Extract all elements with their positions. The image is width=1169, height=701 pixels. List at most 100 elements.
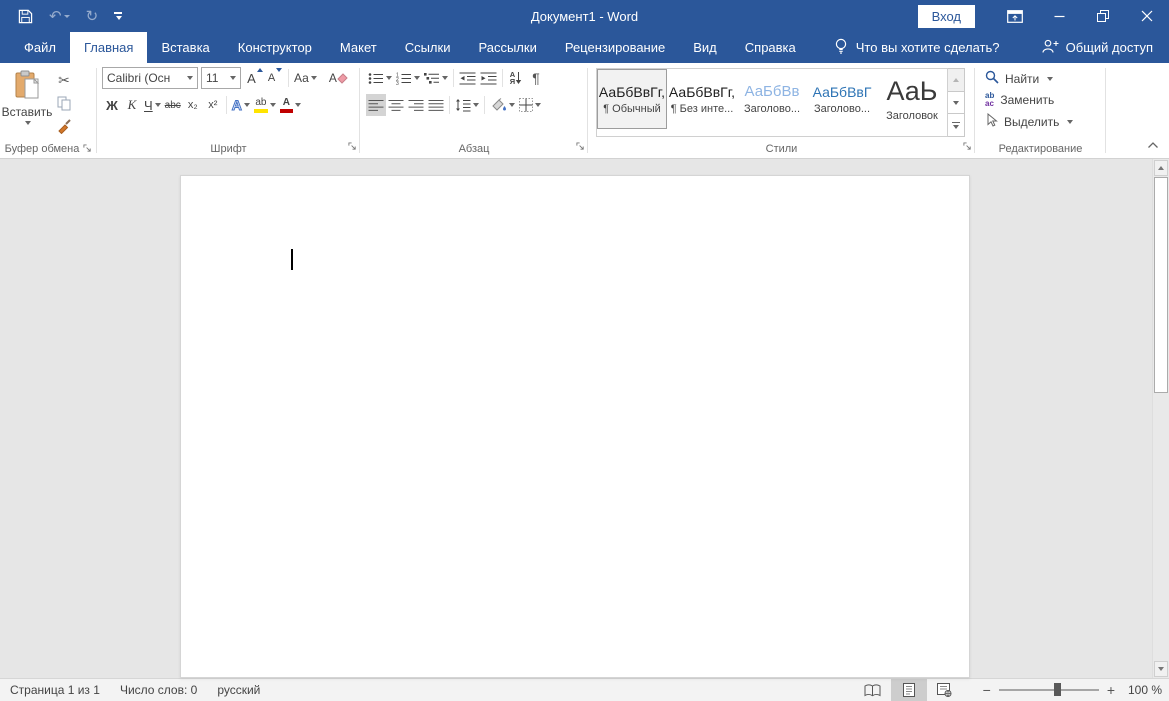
clear-formatting-button[interactable]: А bbox=[327, 67, 350, 89]
web-layout-button[interactable] bbox=[927, 679, 963, 701]
font-group-label: Шрифт bbox=[97, 139, 360, 158]
show-formatting-marks-button[interactable]: ¶ bbox=[526, 67, 546, 89]
text-cursor bbox=[291, 249, 293, 270]
paste-button[interactable]: Вставить bbox=[0, 65, 54, 139]
save-icon[interactable] bbox=[18, 9, 33, 24]
underline-button[interactable]: Ч bbox=[142, 94, 163, 116]
document-area bbox=[0, 159, 1169, 678]
scroll-up-icon[interactable] bbox=[1154, 160, 1168, 176]
zoom-slider[interactable] bbox=[999, 689, 1099, 691]
select-button[interactable]: Выделить bbox=[985, 113, 1106, 130]
justify-button[interactable] bbox=[426, 94, 446, 116]
zoom-control: − + bbox=[977, 683, 1121, 697]
styles-gallery: АаБбВвГг, ¶ Обычный АаБбВвГг, ¶ Без инте… bbox=[596, 68, 948, 137]
page-count-status[interactable]: Страница 1 из 1 bbox=[0, 683, 110, 697]
styles-dialog-launcher-icon[interactable] bbox=[963, 142, 972, 151]
format-painter-icon[interactable] bbox=[54, 115, 74, 137]
collapse-ribbon-icon[interactable] bbox=[1147, 136, 1159, 154]
cut-icon[interactable]: ✂ bbox=[54, 69, 74, 91]
italic-button[interactable]: К bbox=[122, 94, 142, 116]
tab-file[interactable]: Файл bbox=[10, 32, 70, 63]
zoom-percentage[interactable]: 100 % bbox=[1121, 683, 1169, 697]
ribbon-display-options-icon[interactable] bbox=[993, 0, 1037, 32]
decrease-indent-button[interactable] bbox=[457, 67, 478, 89]
grow-font-button[interactable]: А bbox=[245, 67, 265, 89]
tab-design[interactable]: Конструктор bbox=[224, 32, 326, 63]
paragraph-group: 123 АЯ ¶ bbox=[360, 63, 588, 158]
increase-indent-button[interactable] bbox=[478, 67, 499, 89]
ribbon-tab-bar: Файл Главная Вставка Конструктор Макет С… bbox=[0, 32, 1169, 63]
shrink-font-button[interactable]: А bbox=[265, 67, 285, 89]
status-bar: Страница 1 из 1 Число слов: 0 русский − … bbox=[0, 678, 1169, 701]
borders-button[interactable] bbox=[517, 94, 543, 116]
read-mode-button[interactable] bbox=[855, 679, 891, 701]
sort-button[interactable]: АЯ bbox=[506, 67, 526, 89]
shading-button[interactable] bbox=[488, 94, 517, 116]
zoom-in-icon[interactable]: + bbox=[1101, 683, 1121, 697]
sign-in-button[interactable]: Вход bbox=[918, 5, 975, 28]
font-dialog-launcher-icon[interactable] bbox=[348, 142, 357, 151]
numbering-button[interactable]: 123 bbox=[394, 67, 422, 89]
find-button[interactable]: Найти bbox=[985, 70, 1106, 87]
tab-references[interactable]: Ссылки bbox=[391, 32, 465, 63]
tab-layout[interactable]: Макет bbox=[326, 32, 391, 63]
tab-insert[interactable]: Вставка bbox=[147, 32, 223, 63]
multilevel-list-button[interactable] bbox=[422, 67, 450, 89]
styles-gallery-more-icon[interactable] bbox=[948, 114, 964, 136]
replace-icon: ab ac bbox=[985, 92, 994, 108]
tab-home[interactable]: Главная bbox=[70, 32, 147, 63]
svg-text:3: 3 bbox=[396, 81, 399, 85]
vertical-scrollbar[interactable] bbox=[1152, 159, 1169, 678]
replace-button[interactable]: ab ac Заменить bbox=[985, 92, 1106, 108]
paragraph-dialog-launcher-icon[interactable] bbox=[576, 142, 585, 151]
tab-review[interactable]: Рецензирование bbox=[551, 32, 679, 63]
style-title[interactable]: АаЬ Заголовок bbox=[877, 69, 947, 129]
restore-button[interactable] bbox=[1081, 0, 1125, 32]
tell-me-box[interactable]: Что вы хотите сделать? bbox=[834, 32, 1000, 63]
styles-scroll-up-icon[interactable] bbox=[948, 69, 964, 92]
bold-button[interactable]: Ж bbox=[102, 94, 122, 116]
document-page[interactable] bbox=[180, 175, 970, 678]
font-group: Calibri (Осн 11 А А Аа А bbox=[97, 63, 360, 158]
zoom-slider-thumb[interactable] bbox=[1054, 683, 1061, 696]
copy-icon[interactable] bbox=[54, 92, 74, 114]
tab-help[interactable]: Справка bbox=[731, 32, 810, 63]
redo-icon[interactable]: ↻ bbox=[86, 9, 99, 24]
styles-scroll-down-icon[interactable] bbox=[948, 92, 964, 115]
paste-label: Вставить bbox=[2, 105, 53, 119]
text-highlight-button[interactable]: ab bbox=[252, 94, 278, 116]
scroll-down-icon[interactable] bbox=[1154, 661, 1168, 677]
style-no-spacing[interactable]: АаБбВвГг, ¶ Без инте... bbox=[667, 69, 737, 129]
clipboard-dialog-launcher-icon[interactable] bbox=[83, 144, 92, 153]
align-center-button[interactable] bbox=[386, 94, 406, 116]
tab-view[interactable]: Вид bbox=[679, 32, 731, 63]
subscript-button[interactable]: x₂ bbox=[183, 94, 203, 116]
align-right-button[interactable] bbox=[406, 94, 426, 116]
zoom-out-icon[interactable]: − bbox=[977, 683, 997, 697]
print-layout-button[interactable] bbox=[891, 679, 927, 701]
language-status[interactable]: русский bbox=[207, 683, 270, 697]
minimize-button[interactable] bbox=[1037, 0, 1081, 32]
scrollbar-thumb[interactable] bbox=[1154, 177, 1168, 393]
style-heading1[interactable]: АаБбВв Заголово... bbox=[737, 69, 807, 129]
editing-group: Найти ab ac Заменить Выделить Редактиров… bbox=[975, 63, 1106, 158]
line-spacing-button[interactable] bbox=[453, 94, 481, 116]
undo-icon[interactable]: ↶ bbox=[49, 9, 70, 24]
font-family-combobox[interactable]: Calibri (Осн bbox=[102, 67, 198, 89]
style-normal[interactable]: АаБбВвГг, ¶ Обычный bbox=[597, 69, 667, 129]
font-size-combobox[interactable]: 11 bbox=[201, 67, 241, 89]
strikethrough-button[interactable]: abc bbox=[163, 94, 183, 116]
customize-quick-access-icon[interactable] bbox=[114, 12, 122, 20]
style-heading2[interactable]: АаБбВвГ Заголово... bbox=[807, 69, 877, 129]
align-left-button[interactable] bbox=[366, 94, 386, 116]
superscript-button[interactable]: x² bbox=[203, 94, 223, 116]
change-case-button[interactable]: Аа bbox=[292, 67, 319, 89]
font-color-button[interactable]: А bbox=[278, 94, 303, 116]
tab-mailings[interactable]: Рассылки bbox=[464, 32, 550, 63]
bullets-button[interactable] bbox=[366, 67, 394, 89]
share-button[interactable]: Общий доступ bbox=[1041, 32, 1169, 63]
word-count-status[interactable]: Число слов: 0 bbox=[110, 683, 207, 697]
close-button[interactable] bbox=[1125, 0, 1169, 32]
share-label: Общий доступ bbox=[1066, 40, 1153, 55]
text-effects-button[interactable]: А bbox=[230, 94, 252, 116]
